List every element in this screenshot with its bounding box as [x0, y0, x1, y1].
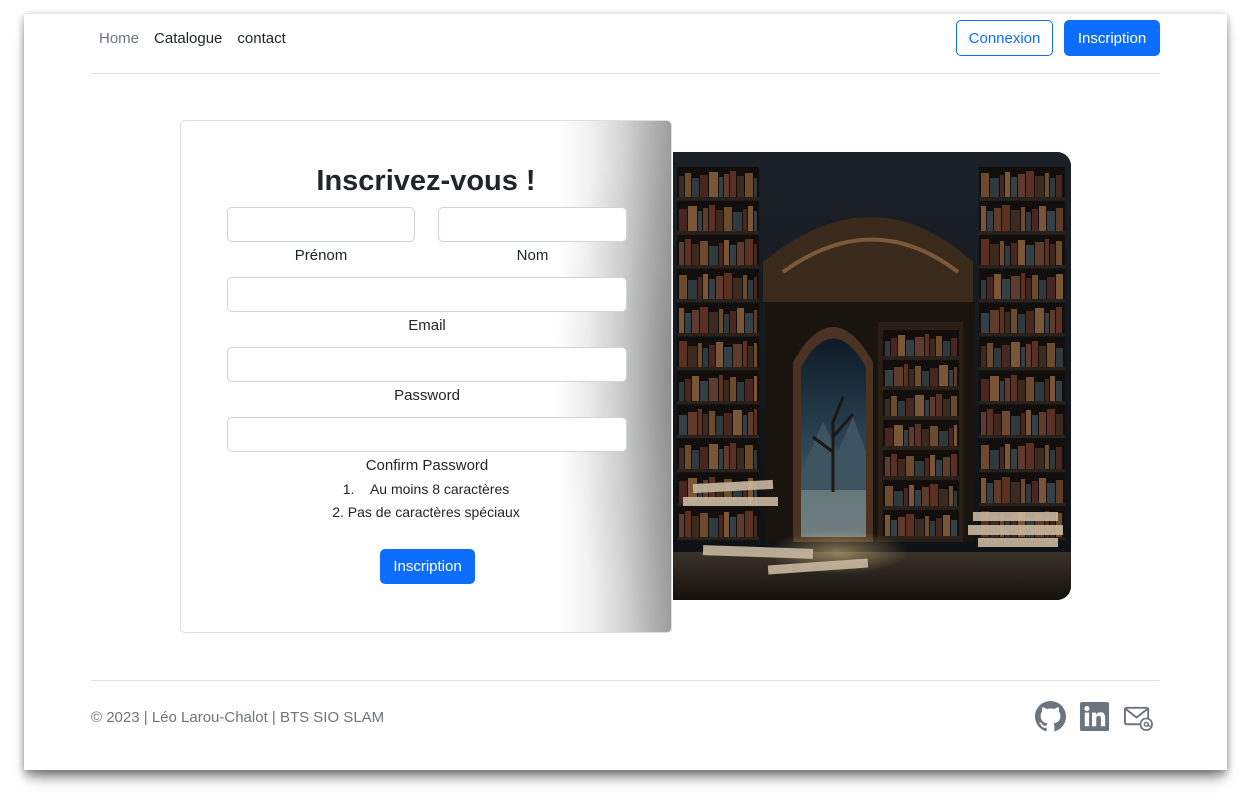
navbar: Home Catalogue contact Connexion Inscrip… [91, 14, 1160, 74]
password-rule-1: 1. Au moins 8 caractères [342, 481, 510, 497]
password-input[interactable] [227, 347, 627, 382]
signup-nav-button[interactable]: Inscription [1064, 20, 1160, 56]
signup-form-card: Inscrivez-vous ! Prénom Nom Email Passwo… [180, 120, 672, 633]
footer: © 2023 | Léo Larou-Chalot | BTS SIO SLAM [91, 680, 1160, 732]
signup-submit-button[interactable]: Inscription [380, 549, 475, 584]
browser-page: Home Catalogue contact Connexion Inscrip… [24, 14, 1227, 770]
nav-links: Home Catalogue contact [99, 30, 286, 47]
email-input[interactable] [227, 277, 627, 312]
social-icons [1035, 701, 1154, 732]
password-label: Password [394, 387, 460, 404]
library-illustration [673, 152, 1071, 600]
email-icon[interactable] [1123, 701, 1154, 732]
library-image [673, 152, 1071, 600]
nav-link-contact[interactable]: contact [237, 30, 285, 47]
confirm-password-label: Confirm Password [365, 457, 489, 474]
login-button[interactable]: Connexion [956, 20, 1053, 56]
github-icon[interactable] [1035, 701, 1066, 732]
firstname-input[interactable] [227, 207, 415, 242]
confirm-password-input[interactable] [227, 417, 627, 452]
nav-link-home[interactable]: Home [99, 30, 139, 47]
copyright-text: © 2023 | Léo Larou-Chalot | BTS SIO SLAM [91, 709, 385, 726]
password-rule-2: 2. Pas de caractères spéciaux [332, 504, 520, 520]
nav-link-catalogue[interactable]: Catalogue [154, 30, 222, 47]
lastname-input[interactable] [438, 207, 627, 242]
email-label: Email [408, 317, 446, 334]
lastname-label: Nom [516, 247, 549, 264]
form-title: Inscrivez-vous ! [316, 165, 536, 197]
firstname-label: Prénom [294, 247, 348, 264]
linkedin-icon[interactable] [1079, 701, 1110, 732]
